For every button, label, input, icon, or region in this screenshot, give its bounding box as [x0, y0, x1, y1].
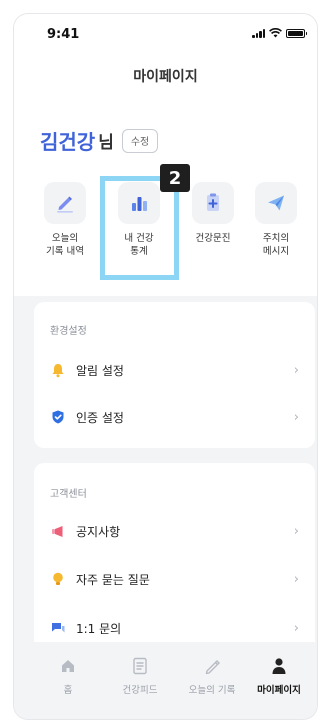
settings-item-label: 인증 설정: [76, 410, 124, 425]
megaphone-icon: [50, 523, 66, 539]
chevron-right-icon: ›: [293, 523, 299, 539]
paper-plane-icon: [255, 182, 297, 224]
shield-check-icon: [50, 409, 66, 425]
nav-label: 홈: [63, 685, 73, 696]
chat-icon: [50, 620, 66, 636]
nav-home[interactable]: 홈: [30, 656, 106, 696]
feed-icon: [102, 656, 178, 676]
nav-label: 오늘의 기록: [188, 685, 236, 696]
support-item-label: 1:1 문의: [76, 621, 122, 636]
nav-label: 건강피드: [122, 685, 158, 696]
page-title: 마이페이지: [133, 69, 198, 85]
home-icon: [30, 656, 106, 676]
user-suffix: 님: [98, 133, 114, 153]
settings-item-label: 알림 설정: [76, 363, 124, 378]
nav-my-page[interactable]: 마이페이지: [241, 656, 317, 696]
person-icon: [241, 656, 317, 676]
clipboard-plus-icon: [192, 182, 234, 224]
annotation-step-badge: 2: [160, 164, 190, 192]
menu-label: 건강문진: [195, 233, 231, 244]
settings-item-notification[interactable]: 알림 설정 ›: [50, 355, 299, 385]
nav-today-record[interactable]: 오늘의 기록: [174, 656, 250, 696]
chevron-right-icon: ›: [293, 620, 299, 636]
support-item-notice[interactable]: 공지사항 ›: [50, 516, 299, 546]
pencil-icon: [44, 182, 86, 224]
chevron-right-icon: ›: [293, 409, 299, 425]
support-card: 고객센터 공지사항 › 자주 묻는 질문 › 1:1 문의 ›: [34, 463, 315, 653]
phone-frame: 9:41 마이페이지 김건강 님 수정 오늘의 기록 내역 내 건강 통계 건강…: [14, 14, 317, 719]
bell-icon: [50, 362, 66, 378]
user-greeting: 김건강 님 수정: [40, 126, 159, 155]
menu-today-record[interactable]: 오늘의 기록 내역: [29, 182, 101, 258]
wifi-icon: [269, 28, 282, 38]
menu-doctor-message[interactable]: 주치의 메시지: [240, 182, 312, 258]
bottom-nav: 홈 건강피드 오늘의 기록 마이페이지: [14, 642, 317, 719]
nav-health-feed[interactable]: 건강피드: [102, 656, 178, 696]
top-section: 9:41 마이페이지 김건강 님 수정 오늘의 기록 내역 내 건강 통계 건강…: [14, 14, 317, 296]
lightbulb-icon: [50, 571, 66, 587]
cellular-signal-icon: [252, 28, 265, 38]
battery-icon: [286, 28, 307, 38]
support-section-title: 고객센터: [50, 489, 87, 500]
menu-label: 주치의 메시지: [262, 233, 290, 257]
chevron-right-icon: ›: [293, 571, 299, 587]
user-name: 김건강: [40, 130, 96, 154]
settings-card: 환경설정 알림 설정 › 인증 설정 ›: [34, 302, 315, 448]
support-item-inquiry[interactable]: 1:1 문의 ›: [50, 613, 299, 643]
pencil-outline-icon: [174, 656, 250, 676]
status-time: 9:41: [47, 27, 80, 42]
status-icons: [252, 28, 307, 38]
nav-label: 마이페이지: [257, 685, 301, 696]
support-item-label: 공지사항: [76, 524, 121, 539]
chevron-right-icon: ›: [293, 362, 299, 378]
menu-label: 오늘의 기록 내역: [46, 233, 84, 257]
support-item-label: 자주 묻는 질문: [76, 572, 150, 587]
settings-item-auth[interactable]: 인증 설정 ›: [50, 402, 299, 432]
support-item-faq[interactable]: 자주 묻는 질문 ›: [50, 564, 299, 594]
settings-section-title: 환경설정: [50, 326, 87, 337]
edit-profile-button[interactable]: 수정: [121, 128, 159, 153]
